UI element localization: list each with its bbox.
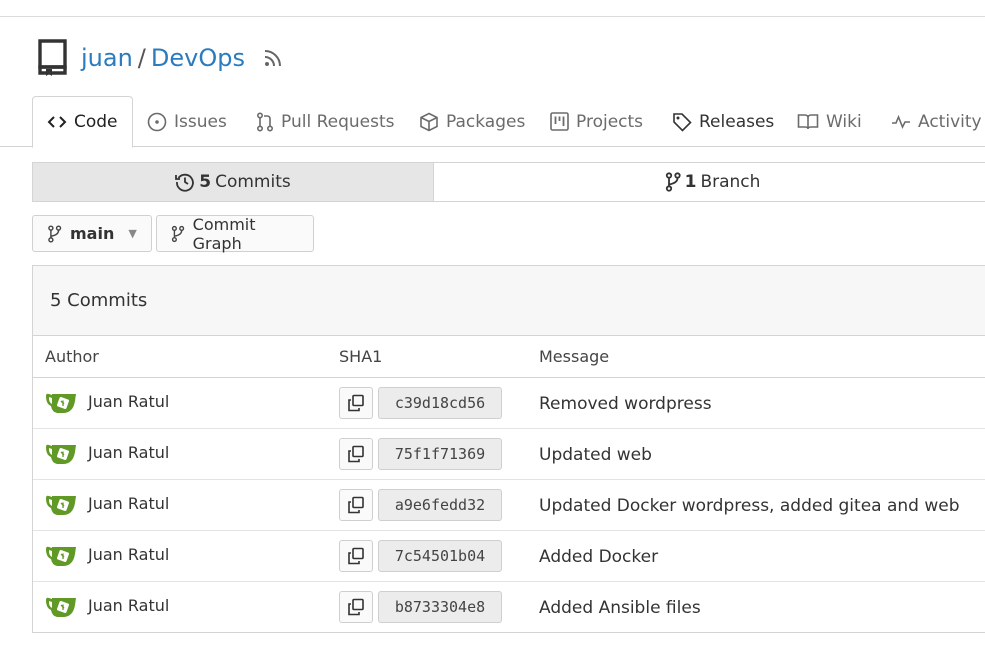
- branch-icon: [48, 224, 62, 243]
- commits-stat-label: Commits: [215, 172, 291, 192]
- copy-sha-button[interactable]: [339, 387, 373, 419]
- pulse-icon: [892, 114, 910, 129]
- tab-projects[interactable]: Projects: [550, 96, 643, 147]
- commit-message[interactable]: Removed wordpress: [539, 394, 712, 414]
- commit-message[interactable]: Added Docker: [539, 547, 658, 567]
- repo-name-link[interactable]: DevOps: [151, 44, 245, 72]
- rss-icon[interactable]: [263, 48, 283, 68]
- table-row: Juan Ratul a9e6fedd32 Updated Docker wordp…: [33, 480, 985, 531]
- top-divider: [0, 16, 985, 17]
- book-icon: [797, 113, 819, 129]
- tab-wiki-label: Wiki: [826, 111, 862, 132]
- tab-pull-requests[interactable]: Pull Requests: [256, 96, 395, 147]
- commit-sha-link[interactable]: 7c54501b04: [378, 540, 502, 572]
- tag-icon: [673, 112, 692, 132]
- tab-code[interactable]: Code: [32, 96, 133, 148]
- copy-sha-button[interactable]: [339, 591, 373, 623]
- tab-projects-label: Projects: [576, 111, 644, 132]
- gitea-avatar-icon[interactable]: [45, 595, 79, 619]
- tab-activity-label: Activity: [918, 111, 982, 132]
- message-column-header: Message: [539, 347, 610, 366]
- commit-sha-link[interactable]: c39d18cd56: [378, 387, 502, 419]
- code-icon: [47, 116, 67, 128]
- caret-down-icon: ▼: [128, 227, 137, 240]
- branches-stat[interactable]: 1 Branch: [433, 163, 985, 201]
- tab-releases[interactable]: Releases: [672, 96, 774, 147]
- package-icon: [420, 112, 438, 131]
- gitea-avatar-icon[interactable]: [45, 544, 79, 568]
- branches-stat-label: Branch: [700, 172, 761, 192]
- commit-author[interactable]: Juan Ratul: [88, 545, 169, 564]
- repo-separator: /: [137, 44, 146, 72]
- issue-icon: [147, 112, 167, 131]
- gitea-avatar-icon[interactable]: [45, 493, 79, 517]
- copy-icon: [348, 598, 364, 616]
- commit-author[interactable]: Juan Ratul: [88, 443, 169, 462]
- pull-request-icon: [256, 111, 274, 132]
- tab-issues[interactable]: Issues: [147, 96, 227, 147]
- table-row: Juan Ratul b8733304e8 Added Ansible files: [33, 582, 985, 633]
- tab-activity[interactable]: Activity: [891, 96, 982, 147]
- repo-header: juan / DevOps: [36, 38, 283, 78]
- commit-message[interactable]: Added Ansible files: [539, 598, 701, 618]
- branch-icon: [665, 172, 681, 192]
- copy-icon: [348, 445, 364, 463]
- commits-stat[interactable]: 5 Commits: [33, 163, 433, 201]
- table-column-headers: Author SHA1 Message: [33, 336, 985, 378]
- commits-count: 5: [199, 172, 212, 192]
- commit-graph-label: Commit Graph: [192, 214, 256, 253]
- commit-author[interactable]: Juan Ratul: [88, 392, 169, 411]
- table-row: Juan Ratul 75f1f71369 Updated web: [33, 429, 985, 480]
- commit-graph-button[interactable]: Commit Graph: [156, 214, 314, 253]
- gitea-avatar-icon[interactable]: [45, 442, 79, 466]
- branch-dropdown-label: main: [70, 224, 115, 243]
- copy-sha-button[interactable]: [339, 489, 373, 521]
- commit-message[interactable]: Updated web: [539, 445, 652, 465]
- tab-releases-label: Releases: [699, 111, 775, 132]
- sha-column-header: SHA1: [339, 347, 383, 366]
- commit-author[interactable]: Juan Ratul: [88, 596, 169, 615]
- branches-count: 1: [684, 172, 697, 192]
- copy-sha-button[interactable]: [339, 540, 373, 572]
- branch-dropdown[interactable]: main ▼: [32, 215, 152, 252]
- commit-sha-link[interactable]: 75f1f71369: [378, 438, 502, 470]
- history-icon: [175, 173, 195, 192]
- tab-packages[interactable]: Packages: [419, 96, 525, 147]
- author-column-header: Author: [45, 347, 99, 366]
- commit-author[interactable]: Juan Ratul: [88, 494, 169, 513]
- repo-icon: [38, 39, 67, 76]
- gitea-avatar-icon[interactable]: [45, 391, 79, 415]
- tab-issues-label: Issues: [174, 111, 227, 132]
- tab-wiki[interactable]: Wiki: [797, 96, 862, 147]
- commit-sha-link[interactable]: a9e6fedd32: [378, 489, 502, 521]
- tab-code-label: Code: [74, 112, 118, 132]
- repo-stats-bar: 5 Commits 1 Branch: [32, 162, 985, 202]
- table-row: Juan Ratul 7c54501b04 Added Docker: [33, 531, 985, 582]
- copy-sha-button[interactable]: [339, 438, 373, 470]
- copy-icon: [348, 547, 364, 565]
- commits-table-title: 5 Commits: [50, 290, 148, 311]
- copy-icon: [348, 394, 364, 412]
- table-row: Juan Ratul c39d18cd56 Removed wordpress: [33, 378, 985, 429]
- tab-packages-label: Packages: [446, 111, 526, 132]
- repo-tabs: Code Issues Pull Requests Packages Proje…: [0, 96, 985, 148]
- copy-icon: [348, 496, 364, 514]
- repo-owner-link[interactable]: juan: [81, 44, 133, 72]
- commit-message[interactable]: Updated Docker wordpress, added gitea an…: [539, 496, 960, 516]
- commit-sha-link[interactable]: b8733304e8: [378, 591, 502, 623]
- commits-table: 5 Commits Author SHA1 Message Juan Ratul…: [32, 265, 985, 633]
- tab-pull-requests-label: Pull Requests: [281, 111, 395, 132]
- project-icon: [550, 112, 569, 131]
- commits-table-header: 5 Commits: [33, 266, 985, 336]
- branch-icon: [171, 225, 185, 242]
